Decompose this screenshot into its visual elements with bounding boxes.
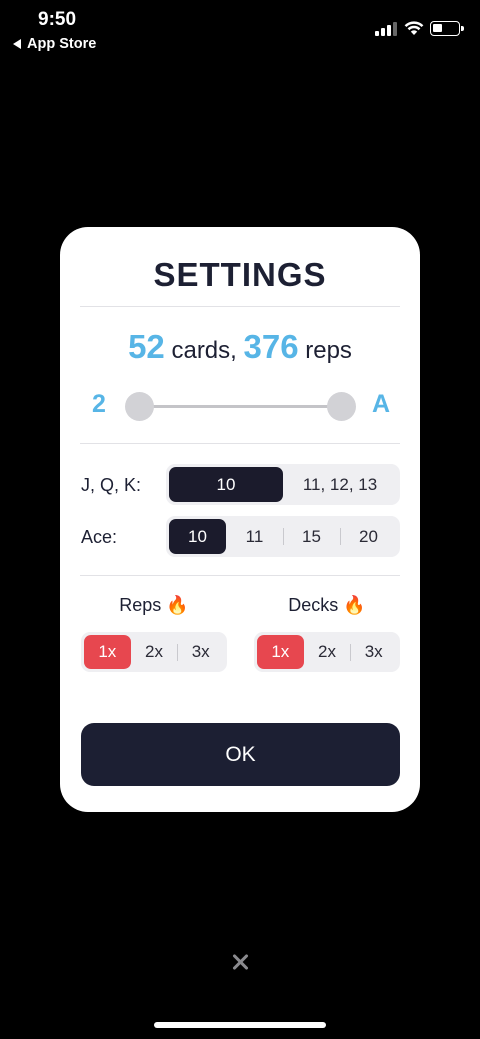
decks-multiplier-selector: 1x 2x 3x [254, 632, 400, 672]
range-min-label: 2 [92, 390, 106, 418]
decks-option-1x[interactable]: 1x [257, 635, 304, 669]
ace-value-option-10[interactable]: 10 [169, 519, 226, 554]
wifi-icon [404, 21, 424, 35]
reps-option-3x[interactable]: 3x [177, 635, 224, 669]
ace-value-option-11[interactable]: 11 [226, 519, 283, 554]
decks-option-2x[interactable]: 2x [304, 635, 351, 669]
decks-option-3x[interactable]: 3x [350, 635, 397, 669]
ace-value-selector: 10 11 15 20 [166, 516, 400, 557]
cards-label: cards, [171, 337, 237, 364]
decks-heading: Decks 🔥 [254, 595, 400, 616]
reps-option-1x[interactable]: 1x [84, 635, 131, 669]
settings-title: SETTINGS [153, 256, 327, 293]
cellular-signal-icon [375, 22, 397, 36]
battery-icon [430, 21, 464, 36]
face-cards-label: J, Q, K: [81, 475, 142, 495]
ace-value-option-20[interactable]: 20 [340, 519, 397, 554]
back-to-app-store[interactable]: App Store [13, 36, 96, 52]
cards-count: 52 [128, 328, 165, 365]
reps-multiplier-selector: 1x 2x 3x [81, 632, 227, 672]
ace-label: Ace: [81, 527, 118, 547]
divider [80, 443, 400, 444]
divider [80, 575, 400, 576]
reps-count: 376 [243, 328, 299, 365]
deck-summary: 52 cards, 376 reps [0, 328, 480, 366]
decks-label: Decks [288, 595, 339, 615]
close-icon[interactable] [228, 950, 252, 974]
reps-label: Reps [119, 595, 162, 615]
face-cards-value-selector: 10 11, 12, 13 [166, 464, 400, 505]
reps-option-2x[interactable]: 2x [131, 635, 178, 669]
fire-icon: 🔥 [166, 595, 189, 615]
fire-icon: 🔥 [343, 595, 366, 615]
card-range-slider-track[interactable] [140, 405, 340, 408]
back-app-label: App Store [27, 36, 97, 52]
ace-value-option-15[interactable]: 15 [283, 519, 340, 554]
range-min-handle[interactable] [125, 392, 154, 421]
status-time: 9:50 [38, 9, 77, 30]
ok-button[interactable]: OK [81, 723, 400, 786]
reps-heading: Reps 🔥 [81, 595, 227, 616]
back-arrow-icon [13, 39, 21, 49]
reps-label: reps [305, 337, 352, 364]
divider [80, 306, 400, 307]
home-indicator[interactable] [154, 1022, 326, 1028]
range-max-label: A [372, 390, 391, 418]
face-value-option-10[interactable]: 10 [169, 467, 283, 502]
range-max-handle[interactable] [327, 392, 356, 421]
face-value-option-11-12-13[interactable]: 11, 12, 13 [283, 467, 397, 502]
